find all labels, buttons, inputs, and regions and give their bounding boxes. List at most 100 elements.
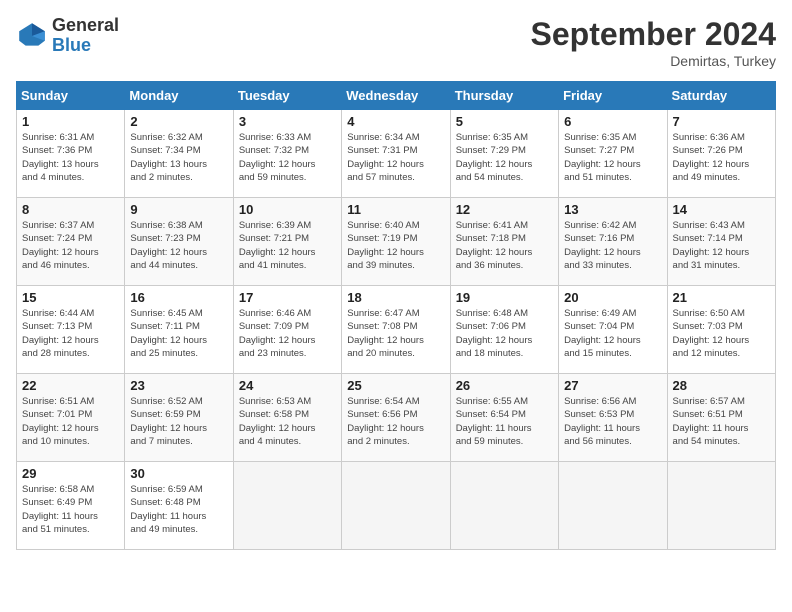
day-info: Sunrise: 6:59 AM Sunset: 6:48 PM Dayligh… [130, 483, 227, 536]
calendar-cell: 19 Sunrise: 6:48 AM Sunset: 7:06 PM Dayli… [450, 286, 558, 374]
location-subtitle: Demirtas, Turkey [531, 53, 776, 69]
calendar-cell: 2 Sunrise: 6:32 AM Sunset: 7:34 PM Daylig… [125, 110, 233, 198]
calendar-cell: 28 Sunrise: 6:57 AM Sunset: 6:51 PM Dayli… [667, 374, 775, 462]
day-number: 26 [456, 378, 553, 393]
day-info: Sunrise: 6:54 AM Sunset: 6:56 PM Dayligh… [347, 395, 444, 448]
calendar-cell: 5 Sunrise: 6:35 AM Sunset: 7:29 PM Daylig… [450, 110, 558, 198]
day-number: 28 [673, 378, 770, 393]
day-number: 24 [239, 378, 336, 393]
title-block: September 2024 Demirtas, Turkey [531, 16, 776, 69]
calendar-cell: 15Sunrise: 6:44 AM Sunset: 7:13 PM Dayli… [17, 286, 125, 374]
calendar-cell: 4Sunrise: 6:34 AM Sunset: 7:31 PM Daylig… [342, 110, 450, 198]
day-info: Sunrise: 6:38 AM Sunset: 7:23 PM Dayligh… [130, 219, 227, 272]
day-info: Sunrise: 6:43 AM Sunset: 7:14 PM Dayligh… [673, 219, 770, 272]
weekday-header: Wednesday [342, 82, 450, 110]
calendar-cell: 8 Sunrise: 6:37 AM Sunset: 7:24 PM Daylig… [17, 198, 125, 286]
day-number: 2 [130, 114, 227, 129]
calendar-cell [667, 462, 775, 550]
day-info: Sunrise: 6:49 AM Sunset: 7:04 PM Dayligh… [564, 307, 661, 360]
day-number: 21 [673, 290, 770, 305]
calendar-week-row: 15Sunrise: 6:44 AM Sunset: 7:13 PM Dayli… [17, 286, 776, 374]
day-info: Sunrise: 6:37 AM Sunset: 7:24 PM Dayligh… [22, 219, 119, 272]
day-info: Sunrise: 6:55 AM Sunset: 6:54 PM Dayligh… [456, 395, 553, 448]
calendar-cell: 27Sunrise: 6:56 AM Sunset: 6:53 PM Dayli… [559, 374, 667, 462]
day-info: Sunrise: 6:48 AM Sunset: 7:06 PM Dayligh… [456, 307, 553, 360]
calendar-cell: 24 Sunrise: 6:53 AM Sunset: 6:58 PM Dayli… [233, 374, 341, 462]
calendar-cell: 7 Sunrise: 6:36 AM Sunset: 7:26 PM Daylig… [667, 110, 775, 198]
day-info: Sunrise: 6:36 AM Sunset: 7:26 PM Dayligh… [673, 131, 770, 184]
day-number: 8 [22, 202, 119, 217]
day-info: Sunrise: 6:40 AM Sunset: 7:19 PM Dayligh… [347, 219, 444, 272]
logo-icon [16, 20, 48, 52]
day-info: Sunrise: 6:31 AM Sunset: 7:36 PM Dayligh… [22, 131, 119, 184]
day-number: 3 [239, 114, 336, 129]
calendar-cell: 6Sunrise: 6:35 AM Sunset: 7:27 PM Daylig… [559, 110, 667, 198]
calendar-cell: 14 Sunrise: 6:43 AM Sunset: 7:14 PM Dayli… [667, 198, 775, 286]
month-title: September 2024 [531, 16, 776, 53]
day-number: 16 [130, 290, 227, 305]
day-info: Sunrise: 6:52 AM Sunset: 6:59 PM Dayligh… [130, 395, 227, 448]
day-number: 30 [130, 466, 227, 481]
calendar-week-row: 1Sunrise: 6:31 AM Sunset: 7:36 PM Daylig… [17, 110, 776, 198]
calendar-week-row: 29 Sunrise: 6:58 AM Sunset: 6:49 PM Dayli… [17, 462, 776, 550]
day-number: 20 [564, 290, 661, 305]
day-info: Sunrise: 6:32 AM Sunset: 7:34 PM Dayligh… [130, 131, 227, 184]
day-info: Sunrise: 6:44 AM Sunset: 7:13 PM Dayligh… [22, 307, 119, 360]
day-info: Sunrise: 6:45 AM Sunset: 7:11 PM Dayligh… [130, 307, 227, 360]
calendar-cell [450, 462, 558, 550]
day-info: Sunrise: 6:35 AM Sunset: 7:29 PM Dayligh… [456, 131, 553, 184]
calendar-week-row: 22 Sunrise: 6:51 AM Sunset: 7:01 PM Dayli… [17, 374, 776, 462]
calendar-cell: 11Sunrise: 6:40 AM Sunset: 7:19 PM Dayli… [342, 198, 450, 286]
calendar-cell: 1Sunrise: 6:31 AM Sunset: 7:36 PM Daylig… [17, 110, 125, 198]
calendar-week-row: 8 Sunrise: 6:37 AM Sunset: 7:24 PM Daylig… [17, 198, 776, 286]
day-info: Sunrise: 6:33 AM Sunset: 7:32 PM Dayligh… [239, 131, 336, 184]
day-number: 5 [456, 114, 553, 129]
calendar-cell: 10Sunrise: 6:39 AM Sunset: 7:21 PM Dayli… [233, 198, 341, 286]
day-info: Sunrise: 6:53 AM Sunset: 6:58 PM Dayligh… [239, 395, 336, 448]
day-number: 27 [564, 378, 661, 393]
day-info: Sunrise: 6:39 AM Sunset: 7:21 PM Dayligh… [239, 219, 336, 272]
day-number: 23 [130, 378, 227, 393]
day-number: 12 [456, 202, 553, 217]
day-number: 29 [22, 466, 119, 481]
calendar-cell: 25 Sunrise: 6:54 AM Sunset: 6:56 PM Dayli… [342, 374, 450, 462]
day-number: 9 [130, 202, 227, 217]
calendar-cell [559, 462, 667, 550]
day-info: Sunrise: 6:46 AM Sunset: 7:09 PM Dayligh… [239, 307, 336, 360]
logo-text: General Blue [52, 16, 119, 56]
calendar-cell: 20 Sunrise: 6:49 AM Sunset: 7:04 PM Dayli… [559, 286, 667, 374]
calendar-cell: 21 Sunrise: 6:50 AM Sunset: 7:03 PM Dayli… [667, 286, 775, 374]
logo-line2: Blue [52, 36, 119, 56]
calendar-cell: 30 Sunrise: 6:59 AM Sunset: 6:48 PM Dayli… [125, 462, 233, 550]
day-number: 7 [673, 114, 770, 129]
calendar-cell: 17 Sunrise: 6:46 AM Sunset: 7:09 PM Dayli… [233, 286, 341, 374]
page-header: General Blue September 2024 Demirtas, Tu… [16, 16, 776, 69]
header-row: SundayMondayTuesdayWednesdayThursdayFrid… [17, 82, 776, 110]
day-number: 25 [347, 378, 444, 393]
day-number: 17 [239, 290, 336, 305]
day-number: 4 [347, 114, 444, 129]
calendar-cell: 26 Sunrise: 6:55 AM Sunset: 6:54 PM Dayli… [450, 374, 558, 462]
day-info: Sunrise: 6:58 AM Sunset: 6:49 PM Dayligh… [22, 483, 119, 536]
logo-line1: General [52, 16, 119, 36]
day-info: Sunrise: 6:57 AM Sunset: 6:51 PM Dayligh… [673, 395, 770, 448]
day-number: 14 [673, 202, 770, 217]
day-info: Sunrise: 6:42 AM Sunset: 7:16 PM Dayligh… [564, 219, 661, 272]
calendar-cell [342, 462, 450, 550]
day-info: Sunrise: 6:51 AM Sunset: 7:01 PM Dayligh… [22, 395, 119, 448]
day-number: 22 [22, 378, 119, 393]
weekday-header: Tuesday [233, 82, 341, 110]
calendar-cell: 29 Sunrise: 6:58 AM Sunset: 6:49 PM Dayli… [17, 462, 125, 550]
calendar-cell: 18Sunrise: 6:47 AM Sunset: 7:08 PM Dayli… [342, 286, 450, 374]
day-info: Sunrise: 6:47 AM Sunset: 7:08 PM Dayligh… [347, 307, 444, 360]
calendar-cell [233, 462, 341, 550]
logo: General Blue [16, 16, 119, 56]
weekday-header: Sunday [17, 82, 125, 110]
weekday-header: Thursday [450, 82, 558, 110]
day-info: Sunrise: 6:50 AM Sunset: 7:03 PM Dayligh… [673, 307, 770, 360]
calendar-cell: 12Sunrise: 6:41 AM Sunset: 7:18 PM Dayli… [450, 198, 558, 286]
calendar-cell: 3 Sunrise: 6:33 AM Sunset: 7:32 PM Daylig… [233, 110, 341, 198]
calendar-cell: 23 Sunrise: 6:52 AM Sunset: 6:59 PM Dayli… [125, 374, 233, 462]
day-number: 19 [456, 290, 553, 305]
calendar-cell: 16 Sunrise: 6:45 AM Sunset: 7:11 PM Dayli… [125, 286, 233, 374]
